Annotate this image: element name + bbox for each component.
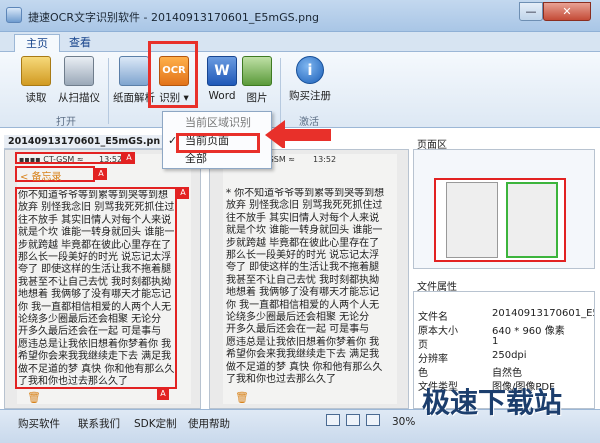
current-page-highlight [176, 133, 260, 153]
text-line: 愿违总是让我依旧想着你梦着你 我 [18, 338, 172, 350]
text-line: * 你不知道爷爷等到累等到哭等到想 [226, 188, 385, 199]
tab-home[interactable]: 主页 [14, 34, 60, 53]
text-line: 你 我一直都相信相爱的人两个人无 [18, 301, 172, 313]
text-line: 步就跨越 毕竟都在彼此心里存在了 [226, 237, 380, 249]
trash-icon: 🗑 [235, 391, 249, 404]
trash-icon: 🗑 [27, 391, 41, 404]
watermark: 极速下载站 [422, 386, 563, 419]
image-label: 图片 [246, 92, 268, 104]
annotation-arrow-icon [265, 120, 331, 148]
group-open-label: 打开 [56, 117, 76, 128]
ocr-button-highlight [148, 41, 198, 108]
text-line: 开多久最后还会在一起 可是事与 [18, 326, 162, 338]
thumb-right-page [506, 182, 558, 258]
thumb-left-page [446, 182, 498, 258]
buy-register-button[interactable]: i 购买注册 [288, 56, 332, 103]
text-line: 我甚至不让自己去忧 我时刻都执拗 [226, 274, 380, 286]
region-tag: A [157, 388, 169, 400]
text-line: 那么长一段美好的时光 说忘记太浮 [18, 252, 172, 264]
scan-button[interactable]: 从扫描仪 [54, 56, 104, 105]
property-row: 原本大小 640 * 960 像素 [418, 326, 565, 337]
text-line: 论绕多少圈最后还会相聚 无论分 [18, 314, 162, 326]
read-label: 读取 [25, 92, 47, 104]
close-button[interactable]: ✕ [543, 2, 591, 21]
text-line: 论绕多少圈最后还会相聚 无论分 [226, 312, 370, 324]
text-line: 就是个坎 谁能一转身就回头 谁能一 [18, 227, 175, 239]
sdk-custom-link[interactable]: SDK定制 [134, 416, 177, 431]
text-line: 地想着 我俩够了没有哪天才能忘记 [226, 287, 380, 299]
contact-us-link[interactable]: 联系我们 [78, 416, 120, 431]
scanner-icon [64, 56, 94, 86]
recognized-text-block: * 你不知道爷爷等到累等到哭等到想 放弃 别怪我念旧 别骂我死死抓住过 往不放手 其… [226, 188, 396, 388]
tab-view[interactable]: 查看 [58, 34, 102, 53]
text-line: 你 我一直都相信相爱的人两个人无 [226, 299, 380, 311]
group-divider [108, 58, 109, 124]
buy-software-link[interactable]: 购买软件 [18, 416, 60, 431]
text-line: 夸了 即使这样的生活让我不拖着腿 [226, 262, 380, 274]
text-line: 放弃 别怪我念旧 别骂我死死抓住过 [226, 200, 383, 212]
text-line: 步就跨越 毕竟都在彼此心里存在了 [18, 239, 172, 251]
source-phone-screenshot: ▪▪▪▪ CT-GSM ≈ 13:52 A < 备忘录 A A 你不知道爷爷等到… [15, 152, 191, 404]
region-tag: A [177, 187, 189, 199]
text-line: 了我和你也过去那么久了 [18, 376, 128, 386]
image-button[interactable]: 图片 [242, 56, 272, 105]
text-line: 希望你会来我我继续走下去 满足我 [18, 351, 172, 363]
text-line: 地想着 我俩够了没有哪天才能忘记 [18, 289, 172, 301]
actual-size-icon[interactable] [366, 414, 380, 426]
info-icon: i [296, 56, 324, 84]
text-line: 希望你会来我我继续走下去 满足我 [226, 349, 380, 361]
page-thumbnail-panel[interactable] [413, 149, 595, 269]
recognized-page-pane[interactable]: ▪▪▪▪▪ CT-GSM ≈ 13:52 * 你不知道爷爷等到累等到哭等到想放弃… [209, 149, 409, 409]
app-icon [6, 7, 22, 23]
property-row: 文件名20140913170601_E5... [418, 308, 594, 323]
help-link[interactable]: 使用帮助 [188, 416, 230, 431]
menu-item-current-region[interactable]: 当前区域识别 [163, 114, 271, 132]
scan-label: 从扫描仪 [58, 92, 100, 104]
property-row: 分辨率 250dpi [418, 350, 527, 365]
text-line: 你不知道爷爷等到累等到哭等到想 [18, 190, 168, 201]
text-line: 就是个坎 谁能一转身就回头 谁能一 [226, 225, 383, 237]
region-box[interactable] [15, 152, 123, 164]
text-line: 放弃 别怪我念旧 别骂我死死抓住过 [18, 202, 175, 214]
zoom-level: 30% [392, 416, 416, 428]
word-icon: W [207, 56, 237, 86]
phone-time: 13:52 [313, 155, 337, 164]
page-area-header: 页面区 [413, 135, 595, 151]
recognized-phone-page: ▪▪▪▪▪ CT-GSM ≈ 13:52 * 你不知道爷爷等到累等到哭等到想放弃… [223, 154, 397, 404]
word-button[interactable]: W Word [205, 56, 239, 102]
text-line: 我甚至不让自己去忧 我时刻都执拗 [18, 276, 172, 288]
text-line: 开多久最后还会在一起 可是事与 [226, 324, 370, 336]
text-line: 了我和你也过去那么久了 [226, 374, 336, 386]
image-icon [242, 56, 272, 86]
text-line: 往不放手 其实旧情人对每个人来说 [18, 214, 172, 226]
region-tag: A [95, 168, 107, 180]
page-thumbnail[interactable] [434, 178, 566, 262]
buy-register-label: 购买注册 [289, 90, 331, 102]
file-properties-header: 文件属性 [413, 277, 595, 293]
minimize-button[interactable]: — [519, 2, 543, 21]
word-label: Word [208, 90, 236, 102]
text-line: 往不放手 其实旧情人对每个人来说 [226, 212, 380, 224]
text-line: 做不足道的梦 真快 你和他有那么久 [18, 363, 175, 375]
text-line: 做不足道的梦 真快 你和他有那么久 [226, 361, 383, 373]
property-row: 页1 [418, 336, 499, 351]
property-row: 色自然色 [418, 368, 522, 379]
text-line: 那么长一段美好的时光 说忘记太浮 [226, 250, 380, 262]
source-image-pane[interactable]: ▪▪▪▪ CT-GSM ≈ 13:52 A < 备忘录 A A 你不知道爷爷等到… [4, 149, 201, 409]
paper-icon [119, 56, 149, 86]
source-file-tab[interactable]: 20140913170601_E5mGS.pn [8, 136, 160, 147]
window-title: 捷速OCR文字识别软件 - 20140913170601_E5mGS.png [28, 11, 320, 24]
text-line: 夸了 即使这样的生活让我不拖着腿 [18, 264, 172, 276]
fit-width-icon[interactable] [346, 414, 360, 426]
source-text-block: 你不知道爷爷等到累等到哭等到想 放弃 别怪我念旧 别骂我死死抓住过 往不放手 其实旧… [18, 190, 176, 386]
memo-back-link: < 备忘录 [20, 172, 62, 183]
text-line: 愿违总是让我依旧想着你梦着你 我 [226, 336, 380, 348]
read-button[interactable]: 读取 [20, 56, 52, 105]
folder-icon [21, 56, 51, 86]
fit-page-icon[interactable] [326, 414, 340, 426]
region-tag: A [123, 152, 135, 164]
